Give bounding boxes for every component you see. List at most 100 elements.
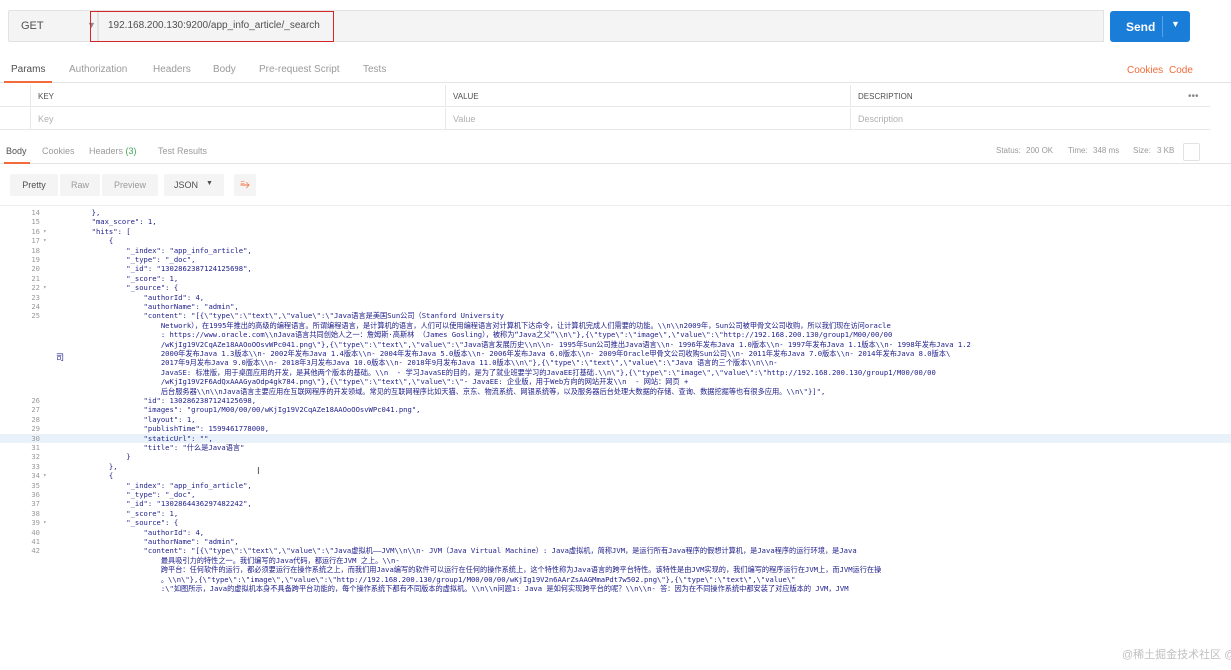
code-line: /wKjIg19V2F6AdQxAAAGyaOdp4gk784.png\"},{…: [0, 377, 1231, 386]
tab-headers[interactable]: Headers: [153, 64, 191, 75]
line-number: 14: [31, 208, 40, 217]
code-line: 2000年发布Java 1.3版本\\n- 2002年发布Java 1.4版本\…: [0, 349, 1231, 358]
response-tabs: Body Cookies Headers (3) Test Results St…: [0, 140, 1231, 164]
tab-authorization[interactable]: Authorization: [69, 64, 127, 75]
wrap-lines-icon[interactable]: ⥱: [234, 174, 256, 196]
fold-toggle-icon[interactable]: ▾: [43, 236, 47, 245]
line-number: 15: [31, 217, 40, 227]
cookies-link[interactable]: Cookies: [1127, 65, 1163, 76]
more-options-icon[interactable]: •••: [1188, 91, 1199, 102]
code-text: 2017年9月发布Java 9.0版本\\n- 2018年3月发布Java 10…: [57, 358, 778, 368]
value-header: VALUE: [445, 85, 850, 107]
code-text: },: [57, 461, 118, 471]
line-number: 42: [31, 546, 40, 556]
description-input[interactable]: Description: [850, 108, 1180, 130]
line-number: 17: [31, 236, 40, 246]
code-text: 最具吸引力的特性之一。我们编写的Java代码，都运行在JVM 之上。\\n-: [57, 555, 400, 565]
code-line: 40 "authorId": 4,: [0, 528, 1231, 537]
code-text: "_id": "1302862387124125698",: [57, 264, 252, 274]
line-number: 36: [31, 490, 40, 499]
code-text: {: [57, 471, 114, 481]
code-line: 38 "_score": 1,: [0, 509, 1231, 518]
code-line: 34 ▾ {: [0, 471, 1231, 480]
response-body-viewer[interactable]: 14 }, 15 "max_score": 1, 16 ▾ "hits": [17 ▾ …: [0, 205, 1231, 670]
line-number: 22: [31, 283, 40, 293]
code-line: 37 "_id": "1302864436297482242",: [0, 499, 1231, 508]
line-number: 16: [31, 226, 40, 236]
code-line: 24 "authorName": "admin",: [0, 302, 1231, 311]
code-line: 25 "content": "[{\"type\":\"text\",\"val…: [0, 311, 1231, 320]
description-header: DESCRIPTION: [850, 85, 1180, 107]
code-text: "title": "什么是Java语言": [57, 443, 245, 452]
request-tabs: Params Authorization Headers Body Pre-re…: [0, 58, 1231, 83]
code-link[interactable]: Code: [1169, 65, 1193, 76]
code-text: "_score": 1,: [57, 508, 179, 518]
send-options-chevron-icon[interactable]: ▼: [1171, 19, 1180, 29]
status-value: 200 OK: [1026, 146, 1054, 155]
code-text: 跨平台：任何软件的运行，都必须要运行在操作系统之上，而我们用Java编写的软件可…: [57, 565, 882, 575]
code-line: 35 "_index": "app_info_article",: [0, 481, 1231, 490]
line-number: 40: [31, 527, 40, 537]
line-number: 26: [31, 396, 40, 405]
params-input-row: Key Value Description: [0, 108, 1210, 130]
code-text: "max_score": 1,: [57, 217, 157, 227]
code-text: "authorName": "admin",: [57, 537, 239, 546]
line-number: 27: [31, 405, 40, 415]
code-line: 18 "_index": "app_info_article",: [0, 246, 1231, 255]
tab-test-results[interactable]: Test Results: [158, 146, 207, 156]
code-text: /wKjIg19V2CqAZe18AAOoOOsvWPc041.png\"},{…: [57, 339, 971, 349]
code-line: 20 "_id": "1302862387124125698",: [0, 264, 1231, 273]
code-text: 。\\n\"},{\"type\":\"image\",\"value\":\"…: [57, 574, 796, 584]
code-line: 21 "_score": 1,: [0, 274, 1231, 283]
tab-tests[interactable]: Tests: [363, 64, 386, 75]
line-number: 35: [31, 480, 40, 490]
fold-toggle-icon[interactable]: ▾: [43, 471, 47, 480]
line-number: 24: [31, 302, 40, 311]
chevron-down-icon: ▼: [206, 180, 213, 187]
code-line: 19 "_type": "_doc",: [0, 255, 1231, 264]
code-line: Network），在1995年推出的高级的编程语言。所谓编程语言，是计算机的语言…: [0, 321, 1231, 330]
value-input[interactable]: Value: [445, 108, 850, 130]
code-line: 27 "images": "group1/M00/00/00/wKjIg19V2…: [0, 405, 1231, 414]
size-label: Size:: [1133, 146, 1151, 155]
line-number: 39: [31, 518, 40, 528]
code-line: 26 "id": 1302862387124125698,: [0, 396, 1231, 405]
code-line: 28 "layout": 1,: [0, 415, 1231, 424]
format-select[interactable]: JSON ▼: [164, 174, 224, 196]
code-text: "_type": "_doc",: [57, 255, 196, 264]
line-number: 20: [31, 264, 40, 274]
tab-pre-request-script[interactable]: Pre-request Script: [259, 64, 340, 75]
send-button[interactable]: Send ▼: [1110, 11, 1190, 42]
line-number: 30: [31, 433, 40, 443]
preview-button[interactable]: Preview: [102, 174, 158, 196]
code-line: 2017年9月发布Java 9.0版本\\n- 2018年3月发布Java 10…: [0, 358, 1231, 367]
time-value: 348 ms: [1093, 146, 1120, 155]
pretty-button[interactable]: Pretty: [10, 174, 58, 196]
fold-toggle-icon[interactable]: ▾: [43, 518, 47, 527]
code-text: "authorId": 4,: [57, 527, 205, 537]
status-label: Status:: [996, 146, 1021, 155]
code-text: /wKjIg19V2F6AdQxAAAGyaOdp4gk784.png\"},{…: [57, 377, 689, 387]
code-text: JavaSE: 标准版，用于桌面应用的开发，是其他两个版本的基础。\\n - 学…: [57, 367, 936, 377]
tab-response-body[interactable]: Body: [6, 146, 27, 156]
line-number: 25: [31, 311, 40, 321]
code-text: }: [57, 452, 131, 462]
raw-button[interactable]: Raw: [60, 174, 100, 196]
tab-response-headers[interactable]: Headers (3): [89, 146, 137, 156]
code-line: 。\\n\"},{\"type\":\"image\",\"value\":\"…: [0, 575, 1231, 584]
params-table: KEY VALUE DESCRIPTION ••• Key Value Desc…: [0, 85, 1231, 131]
code-text: "authorName": "admin",: [57, 302, 239, 311]
fold-toggle-icon[interactable]: ▾: [43, 283, 47, 292]
response-tab-indicator: [4, 162, 30, 164]
tab-body[interactable]: Body: [213, 64, 236, 75]
tab-response-cookies[interactable]: Cookies: [42, 146, 75, 156]
tab-params[interactable]: Params: [11, 64, 45, 75]
key-input[interactable]: Key: [30, 108, 445, 130]
url-text: 192.168.200.130:9200/app_info_article/_s…: [108, 20, 320, 31]
method-select[interactable]: GET ▼: [8, 10, 98, 42]
line-number: 32: [31, 452, 40, 462]
send-divider: [1162, 16, 1163, 37]
code-line: 15 "max_score": 1,: [0, 217, 1231, 226]
fold-toggle-icon[interactable]: ▾: [43, 227, 47, 236]
response-options-button[interactable]: [1183, 143, 1200, 161]
